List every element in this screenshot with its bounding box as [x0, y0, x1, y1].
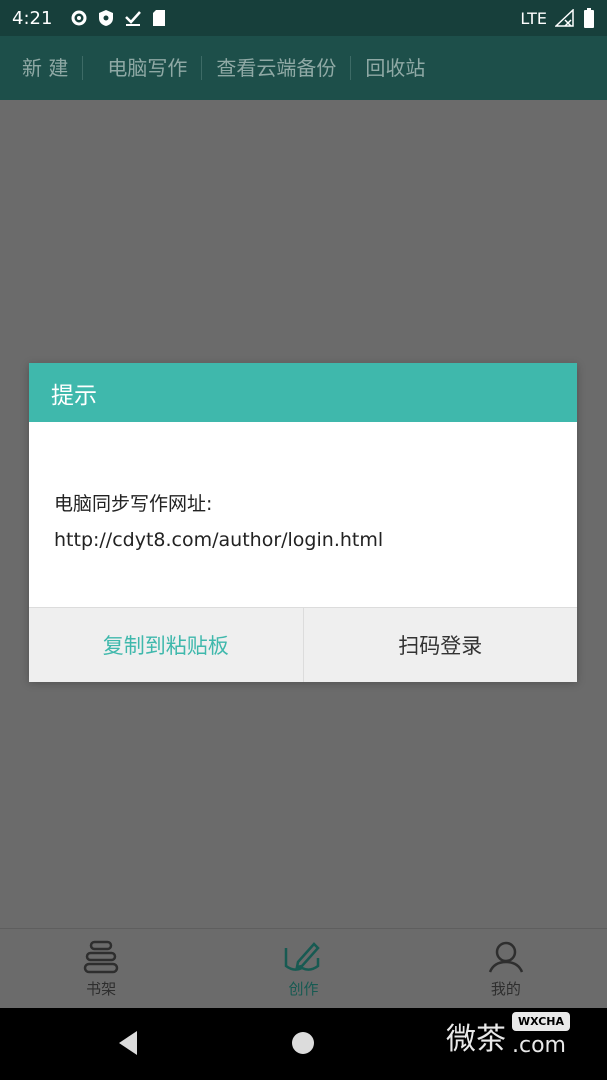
dialog-message: 电脑同步写作网址: http://cdyt8.com/author/login.…	[54, 486, 383, 558]
home-icon[interactable]	[292, 1032, 314, 1054]
top-tab-bar: 新 建 电脑写作 查看云端备份 回收站	[0, 36, 607, 100]
nav-item-create[interactable]: 创作	[202, 929, 404, 1009]
gear-icon	[70, 9, 88, 27]
shield-icon	[98, 9, 114, 27]
write-icon	[284, 940, 322, 974]
back-icon[interactable]	[117, 1030, 139, 1060]
status-right: LTE	[520, 8, 595, 28]
copy-to-clipboard-button[interactable]: 复制到粘贴板	[29, 608, 304, 682]
profile-icon	[488, 940, 524, 974]
watermark: 微茶 WXCHA .com	[446, 1012, 571, 1058]
bottom-nav: 书架 创作 我的	[0, 928, 607, 1009]
watermark-brand: WXCHA .com	[512, 1012, 571, 1058]
status-icons	[70, 9, 166, 27]
tab-recycle-bin[interactable]: 回收站	[351, 56, 439, 80]
sd-card-icon	[152, 9, 166, 27]
nav-label-bookshelf: 书架	[86, 979, 117, 998]
network-type: LTE	[520, 8, 547, 28]
watermark-badge: WXCHA	[512, 1012, 571, 1031]
tab-new[interactable]: 新 建	[8, 56, 84, 80]
scan-login-button[interactable]: 扫码登录	[304, 608, 578, 682]
nav-label-mine: 我的	[490, 979, 521, 998]
dialog-title: 提示	[29, 363, 577, 422]
dialog-message-line1: 电脑同步写作网址:	[54, 493, 213, 515]
signal-icon	[555, 9, 575, 27]
download-done-icon	[124, 9, 142, 27]
watermark-text: 微茶	[446, 1022, 506, 1057]
nav-item-bookshelf[interactable]: 书架	[0, 929, 202, 1009]
nav-label-create: 创作	[288, 979, 319, 998]
dialog-message-url: http://cdyt8.com/author/login.html	[54, 529, 384, 551]
status-bar: 4:21 LTE	[0, 0, 607, 36]
tab-cloud-backup[interactable]: 查看云端备份	[202, 56, 352, 80]
dialog-button-row: 复制到粘贴板 扫码登录	[29, 607, 577, 682]
status-time: 4:21	[12, 7, 53, 29]
nav-item-mine[interactable]: 我的	[405, 929, 607, 1009]
info-dialog: 提示 电脑同步写作网址: http://cdyt8.com/author/log…	[29, 363, 577, 682]
battery-icon	[583, 8, 595, 28]
watermark-suffix: .com	[512, 1033, 566, 1058]
bookshelf-icon	[83, 940, 119, 974]
tab-computer-writing[interactable]: 电脑写作	[93, 56, 203, 80]
